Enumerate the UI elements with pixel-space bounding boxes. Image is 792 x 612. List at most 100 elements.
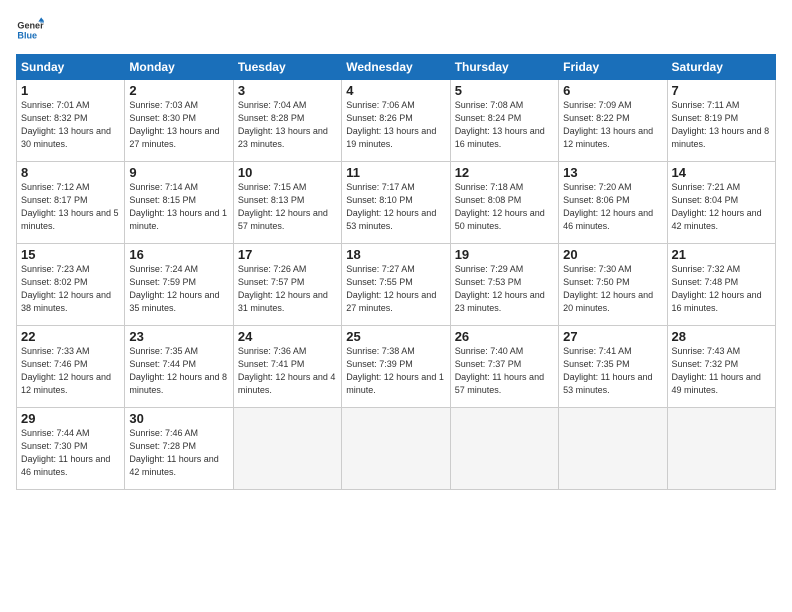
calendar-cell: 5Sunrise: 7:08 AMSunset: 8:24 PMDaylight…: [450, 80, 558, 162]
day-info: Sunrise: 7:08 AMSunset: 8:24 PMDaylight:…: [455, 99, 554, 151]
day-header-sunday: Sunday: [17, 55, 125, 80]
day-info: Sunrise: 7:18 AMSunset: 8:08 PMDaylight:…: [455, 181, 554, 233]
day-info: Sunrise: 7:30 AMSunset: 7:50 PMDaylight:…: [563, 263, 662, 315]
day-number: 6: [563, 83, 662, 98]
day-number: 3: [238, 83, 337, 98]
calendar-cell: 26Sunrise: 7:40 AMSunset: 7:37 PMDayligh…: [450, 326, 558, 408]
calendar-cell: 10Sunrise: 7:15 AMSunset: 8:13 PMDayligh…: [233, 162, 341, 244]
calendar-week-0: 1Sunrise: 7:01 AMSunset: 8:32 PMDaylight…: [17, 80, 776, 162]
day-number: 4: [346, 83, 445, 98]
calendar-week-4: 29Sunrise: 7:44 AMSunset: 7:30 PMDayligh…: [17, 408, 776, 490]
calendar-cell: 19Sunrise: 7:29 AMSunset: 7:53 PMDayligh…: [450, 244, 558, 326]
day-number: 21: [672, 247, 771, 262]
svg-text:Blue: Blue: [17, 30, 37, 40]
calendar-cell: 6Sunrise: 7:09 AMSunset: 8:22 PMDaylight…: [559, 80, 667, 162]
calendar-cell: 2Sunrise: 7:03 AMSunset: 8:30 PMDaylight…: [125, 80, 233, 162]
calendar-cell: 25Sunrise: 7:38 AMSunset: 7:39 PMDayligh…: [342, 326, 450, 408]
day-header-monday: Monday: [125, 55, 233, 80]
day-number: 17: [238, 247, 337, 262]
calendar-cell: 28Sunrise: 7:43 AMSunset: 7:32 PMDayligh…: [667, 326, 775, 408]
day-number: 13: [563, 165, 662, 180]
day-info: Sunrise: 7:36 AMSunset: 7:41 PMDaylight:…: [238, 345, 337, 397]
day-info: Sunrise: 7:46 AMSunset: 7:28 PMDaylight:…: [129, 427, 228, 479]
calendar-cell: 24Sunrise: 7:36 AMSunset: 7:41 PMDayligh…: [233, 326, 341, 408]
calendar-cell: 11Sunrise: 7:17 AMSunset: 8:10 PMDayligh…: [342, 162, 450, 244]
day-number: 28: [672, 329, 771, 344]
calendar-table: SundayMondayTuesdayWednesdayThursdayFrid…: [16, 54, 776, 490]
calendar-header-row: SundayMondayTuesdayWednesdayThursdayFrid…: [17, 55, 776, 80]
header: General Blue: [16, 16, 776, 44]
day-info: Sunrise: 7:26 AMSunset: 7:57 PMDaylight:…: [238, 263, 337, 315]
day-info: Sunrise: 7:03 AMSunset: 8:30 PMDaylight:…: [129, 99, 228, 151]
day-number: 8: [21, 165, 120, 180]
day-number: 22: [21, 329, 120, 344]
calendar-cell: 21Sunrise: 7:32 AMSunset: 7:48 PMDayligh…: [667, 244, 775, 326]
calendar-cell: 4Sunrise: 7:06 AMSunset: 8:26 PMDaylight…: [342, 80, 450, 162]
day-number: 30: [129, 411, 228, 426]
calendar-cell: [233, 408, 341, 490]
calendar-cell: [667, 408, 775, 490]
calendar-cell: 3Sunrise: 7:04 AMSunset: 8:28 PMDaylight…: [233, 80, 341, 162]
calendar-cell: [559, 408, 667, 490]
day-info: Sunrise: 7:27 AMSunset: 7:55 PMDaylight:…: [346, 263, 445, 315]
day-info: Sunrise: 7:33 AMSunset: 7:46 PMDaylight:…: [21, 345, 120, 397]
day-info: Sunrise: 7:23 AMSunset: 8:02 PMDaylight:…: [21, 263, 120, 315]
day-number: 16: [129, 247, 228, 262]
calendar-cell: [342, 408, 450, 490]
day-info: Sunrise: 7:09 AMSunset: 8:22 PMDaylight:…: [563, 99, 662, 151]
day-number: 27: [563, 329, 662, 344]
calendar-cell: 9Sunrise: 7:14 AMSunset: 8:15 PMDaylight…: [125, 162, 233, 244]
calendar-cell: 18Sunrise: 7:27 AMSunset: 7:55 PMDayligh…: [342, 244, 450, 326]
svg-text:General: General: [17, 21, 44, 31]
day-info: Sunrise: 7:20 AMSunset: 8:06 PMDaylight:…: [563, 181, 662, 233]
day-info: Sunrise: 7:04 AMSunset: 8:28 PMDaylight:…: [238, 99, 337, 151]
calendar-cell: [450, 408, 558, 490]
day-info: Sunrise: 7:15 AMSunset: 8:13 PMDaylight:…: [238, 181, 337, 233]
day-number: 25: [346, 329, 445, 344]
logo-icon: General Blue: [16, 16, 44, 44]
day-number: 2: [129, 83, 228, 98]
day-number: 12: [455, 165, 554, 180]
calendar-week-2: 15Sunrise: 7:23 AMSunset: 8:02 PMDayligh…: [17, 244, 776, 326]
calendar-cell: 17Sunrise: 7:26 AMSunset: 7:57 PMDayligh…: [233, 244, 341, 326]
day-header-tuesday: Tuesday: [233, 55, 341, 80]
day-number: 1: [21, 83, 120, 98]
day-number: 9: [129, 165, 228, 180]
day-info: Sunrise: 7:24 AMSunset: 7:59 PMDaylight:…: [129, 263, 228, 315]
calendar-cell: 15Sunrise: 7:23 AMSunset: 8:02 PMDayligh…: [17, 244, 125, 326]
day-info: Sunrise: 7:44 AMSunset: 7:30 PMDaylight:…: [21, 427, 120, 479]
calendar-cell: 16Sunrise: 7:24 AMSunset: 7:59 PMDayligh…: [125, 244, 233, 326]
calendar-cell: 30Sunrise: 7:46 AMSunset: 7:28 PMDayligh…: [125, 408, 233, 490]
day-number: 7: [672, 83, 771, 98]
day-info: Sunrise: 7:35 AMSunset: 7:44 PMDaylight:…: [129, 345, 228, 397]
calendar-cell: 23Sunrise: 7:35 AMSunset: 7:44 PMDayligh…: [125, 326, 233, 408]
day-number: 18: [346, 247, 445, 262]
day-header-friday: Friday: [559, 55, 667, 80]
calendar-cell: 12Sunrise: 7:18 AMSunset: 8:08 PMDayligh…: [450, 162, 558, 244]
calendar-week-1: 8Sunrise: 7:12 AMSunset: 8:17 PMDaylight…: [17, 162, 776, 244]
day-info: Sunrise: 7:12 AMSunset: 8:17 PMDaylight:…: [21, 181, 120, 233]
calendar-cell: 8Sunrise: 7:12 AMSunset: 8:17 PMDaylight…: [17, 162, 125, 244]
day-info: Sunrise: 7:38 AMSunset: 7:39 PMDaylight:…: [346, 345, 445, 397]
day-number: 14: [672, 165, 771, 180]
day-number: 5: [455, 83, 554, 98]
day-info: Sunrise: 7:40 AMSunset: 7:37 PMDaylight:…: [455, 345, 554, 397]
calendar-cell: 14Sunrise: 7:21 AMSunset: 8:04 PMDayligh…: [667, 162, 775, 244]
day-header-wednesday: Wednesday: [342, 55, 450, 80]
calendar-cell: 20Sunrise: 7:30 AMSunset: 7:50 PMDayligh…: [559, 244, 667, 326]
page: General Blue SundayMondayTuesdayWednesda…: [0, 0, 792, 612]
day-number: 24: [238, 329, 337, 344]
day-number: 15: [21, 247, 120, 262]
calendar-cell: 22Sunrise: 7:33 AMSunset: 7:46 PMDayligh…: [17, 326, 125, 408]
day-number: 29: [21, 411, 120, 426]
day-number: 23: [129, 329, 228, 344]
day-number: 10: [238, 165, 337, 180]
day-info: Sunrise: 7:32 AMSunset: 7:48 PMDaylight:…: [672, 263, 771, 315]
day-info: Sunrise: 7:11 AMSunset: 8:19 PMDaylight:…: [672, 99, 771, 151]
calendar-cell: 13Sunrise: 7:20 AMSunset: 8:06 PMDayligh…: [559, 162, 667, 244]
day-number: 26: [455, 329, 554, 344]
calendar-cell: 7Sunrise: 7:11 AMSunset: 8:19 PMDaylight…: [667, 80, 775, 162]
day-info: Sunrise: 7:14 AMSunset: 8:15 PMDaylight:…: [129, 181, 228, 233]
day-header-saturday: Saturday: [667, 55, 775, 80]
day-info: Sunrise: 7:29 AMSunset: 7:53 PMDaylight:…: [455, 263, 554, 315]
